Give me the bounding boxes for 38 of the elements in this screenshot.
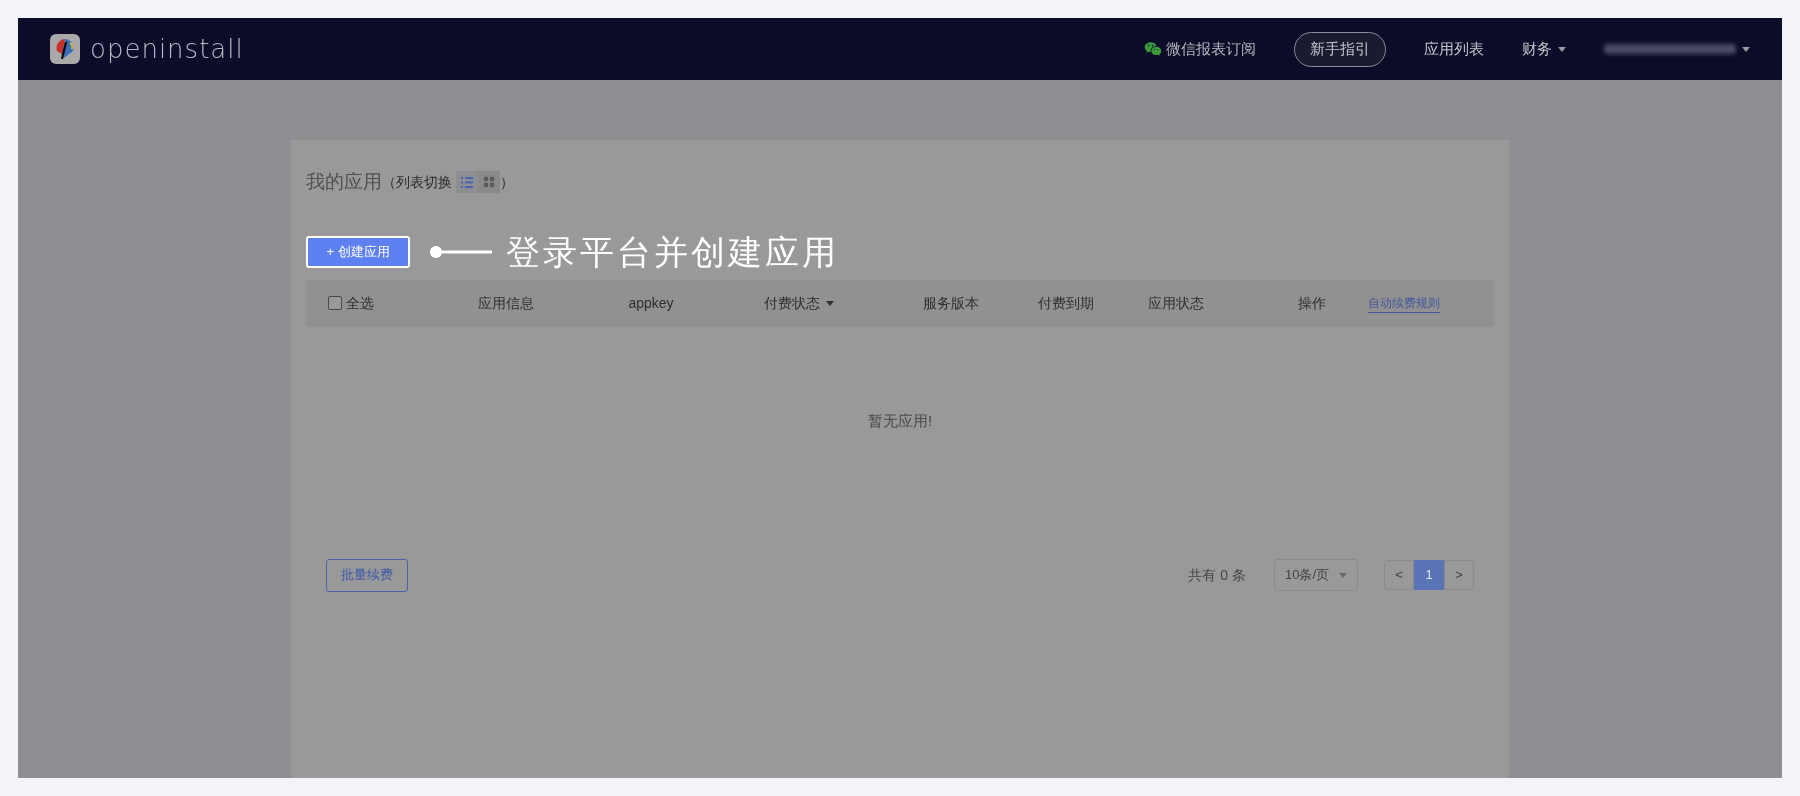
caret-icon	[825, 300, 834, 306]
callout-text: 登录平台并创建应用	[506, 230, 839, 274]
empty-message: 暂无应用!	[867, 411, 933, 432]
wechat-icon	[1144, 40, 1162, 58]
column-header: 服务版本	[923, 293, 979, 313]
batch-renew-button[interactable]: 批量续费	[326, 558, 408, 592]
auto-renew-rules-link[interactable]: 自动续费规则	[1368, 293, 1440, 313]
page-size-select[interactable]: 10条/页	[1274, 559, 1358, 591]
list-view-toggle[interactable]	[456, 171, 478, 194]
column-header: 付费到期	[1038, 293, 1094, 313]
total-count: 共有 0 条	[1188, 565, 1246, 585]
next-page-button[interactable]: >	[1444, 560, 1474, 590]
logo-wordmark: openinstall	[90, 32, 244, 66]
caret-icon	[1558, 46, 1566, 52]
create-app-button[interactable]: + 创建应用	[306, 236, 410, 268]
select-all-checkbox[interactable]: 全选	[328, 292, 374, 314]
logo-icon	[50, 34, 80, 64]
page-button[interactable]: 1	[1414, 560, 1444, 590]
guide-button[interactable]: 新手指引	[1294, 31, 1386, 67]
column-header: appkey	[628, 293, 674, 313]
column-header: 应用信息	[478, 293, 534, 313]
caret-icon	[1742, 46, 1750, 52]
toggle-label: （列表切换	[382, 172, 452, 192]
app-list-link[interactable]: 应用列表	[1424, 37, 1484, 61]
toggle-label-end: ）	[500, 172, 514, 192]
column-header: 应用状态	[1148, 293, 1204, 313]
column-header[interactable]: 付费状态	[763, 292, 834, 314]
page-title: 我的应用	[306, 170, 382, 194]
grid-view-toggle[interactable]	[478, 171, 500, 194]
wechat-subscribe-link[interactable]: 微信报表订阅	[1144, 37, 1256, 61]
leader-line	[430, 246, 492, 258]
finance-dropdown[interactable]: 财务	[1522, 37, 1566, 61]
account-dropdown[interactable]	[1604, 44, 1750, 54]
grid-icon	[483, 176, 495, 189]
column-header: 操作	[1298, 293, 1326, 313]
previous-page-button[interactable]: <	[1384, 560, 1414, 590]
caret-icon	[1339, 572, 1347, 578]
list-icon	[461, 176, 473, 188]
